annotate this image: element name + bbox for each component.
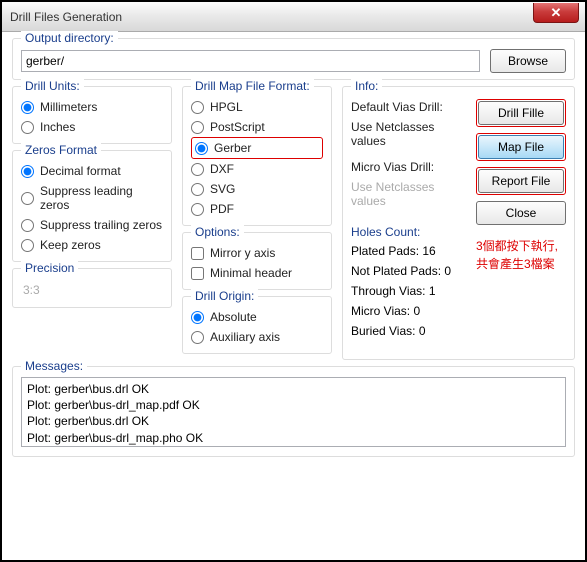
- browse-button[interactable]: Browse: [490, 49, 566, 73]
- close-window-button[interactable]: ✕: [533, 3, 579, 23]
- micro-vias-label: Micro Vias Drill:: [351, 157, 468, 177]
- map-file-button[interactable]: Map File: [478, 135, 564, 159]
- radio-svg[interactable]: SVG: [191, 179, 323, 199]
- use-netclasses-1: Use Netclasses values: [351, 117, 468, 151]
- check-mirror-y[interactable]: Mirror y axis: [191, 243, 323, 263]
- check-minimal-header[interactable]: Minimal header: [191, 263, 323, 283]
- radio-keep-zeros[interactable]: Keep zeros: [21, 235, 163, 255]
- radio-inches[interactable]: Inches: [21, 117, 163, 137]
- drill-units-group: Drill Units: Millimeters Inches: [12, 86, 172, 144]
- drill-file-highlight: Drill Fille: [476, 99, 566, 127]
- drill-map-format-group: Drill Map File Format: HPGL PostScript G…: [182, 86, 332, 226]
- radio-auxiliary[interactable]: Auxiliary axis: [191, 327, 323, 347]
- radio-pdf[interactable]: PDF: [191, 199, 323, 219]
- radio-absolute[interactable]: Absolute: [191, 307, 323, 327]
- precision-value: 3:3: [21, 279, 163, 301]
- radio-gerber[interactable]: Gerber: [193, 139, 321, 157]
- close-button[interactable]: Close: [476, 201, 566, 225]
- drill-units-title: Drill Units:: [21, 79, 84, 93]
- output-directory-group: Output directory: Browse: [12, 38, 575, 80]
- radio-decimal-format[interactable]: Decimal format: [21, 161, 163, 181]
- holes-micro: Micro Vias: 0: [351, 301, 468, 321]
- use-netclasses-2: Use Netclasses values: [351, 177, 468, 211]
- precision-title: Precision: [21, 261, 78, 275]
- holes-plated: Plated Pads: 16: [351, 241, 468, 261]
- output-directory-input[interactable]: [21, 50, 480, 72]
- holes-buried: Buried Vias: 0: [351, 321, 468, 341]
- info-title: Info:: [351, 79, 382, 93]
- drill-origin-group: Drill Origin: Absolute Auxiliary axis: [182, 296, 332, 354]
- report-file-highlight: Report File: [476, 167, 566, 195]
- gerber-highlight: Gerber: [191, 137, 323, 159]
- radio-millimeters[interactable]: Millimeters: [21, 97, 163, 117]
- output-directory-label: Output directory:: [21, 31, 118, 45]
- drill-map-format-title: Drill Map File Format:: [191, 79, 314, 93]
- default-vias-label: Default Vias Drill:: [351, 97, 468, 117]
- radio-hpgl[interactable]: HPGL: [191, 97, 323, 117]
- drill-file-button[interactable]: Drill Fille: [478, 101, 564, 125]
- messages-group: Messages:: [12, 366, 575, 457]
- zeros-format-title: Zeros Format: [21, 143, 101, 157]
- radio-suppress-leading[interactable]: Suppress leading zeros: [21, 181, 163, 215]
- close-icon: ✕: [551, 5, 562, 21]
- holes-count-title: Holes Count:: [351, 221, 468, 241]
- titlebar: Drill Files Generation ✕: [2, 2, 585, 32]
- options-title: Options:: [191, 225, 244, 239]
- precision-group: Precision 3:3: [12, 268, 172, 308]
- zeros-format-group: Zeros Format Decimal format Suppress lea…: [12, 150, 172, 262]
- holes-through: Through Vias: 1: [351, 281, 468, 301]
- info-group: Info: Default Vias Drill: Use Netclasses…: [342, 86, 575, 360]
- annotation-text: 3個都按下執行, 共會產生3檔案: [476, 237, 566, 273]
- holes-not-plated: Not Plated Pads: 0: [351, 261, 468, 281]
- map-file-highlight: Map File: [476, 133, 566, 161]
- radio-suppress-trailing[interactable]: Suppress trailing zeros: [21, 215, 163, 235]
- radio-dxf[interactable]: DXF: [191, 159, 323, 179]
- messages-title: Messages:: [21, 359, 87, 373]
- options-group: Options: Mirror y axis Minimal header: [182, 232, 332, 290]
- content-area: Output directory: Browse Drill Units: Mi…: [2, 32, 585, 473]
- radio-postscript[interactable]: PostScript: [191, 117, 323, 137]
- window-title: Drill Files Generation: [10, 10, 122, 24]
- report-file-button[interactable]: Report File: [478, 169, 564, 193]
- drill-origin-title: Drill Origin:: [191, 289, 258, 303]
- messages-textarea[interactable]: [21, 377, 566, 447]
